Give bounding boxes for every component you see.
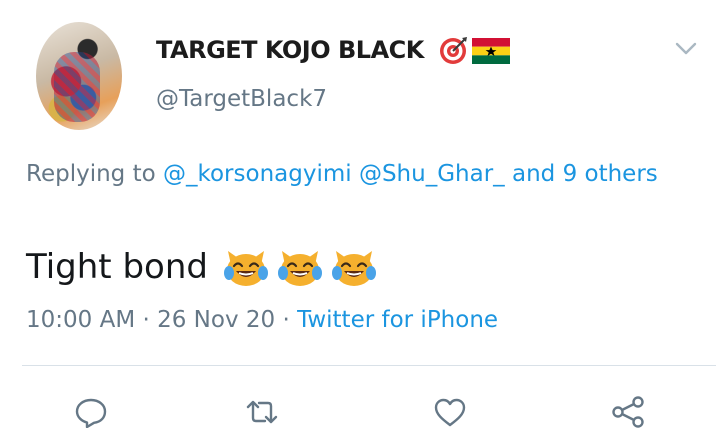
cat-tears-of-joy-emoji-icon xyxy=(223,251,268,286)
replying-prefix: Replying to xyxy=(26,161,156,187)
cat-tears-of-joy-emoji-icon xyxy=(331,251,376,286)
reply-icon[interactable] xyxy=(74,396,108,428)
retweet-icon[interactable] xyxy=(245,396,279,428)
replying-to-line: Replying to @_korsonagyimi @Shu_Ghar_ an… xyxy=(26,154,686,194)
avatar[interactable] xyxy=(36,22,122,130)
share-icon[interactable] xyxy=(611,396,645,428)
tweet-time: 10:00 AM xyxy=(26,307,136,333)
meta-separator: · xyxy=(135,307,158,333)
meta-separator: · xyxy=(275,307,298,333)
tweet-date: 26 Nov 20 xyxy=(157,307,276,333)
tweet-meta: 10:00 AM · 26 Nov 20 · Twitter for iPhon… xyxy=(26,307,498,333)
display-name[interactable]: TARGET KOJO BLACK xyxy=(156,36,424,64)
tweet-body: Tight bond xyxy=(26,243,378,291)
mention-link[interactable]: @_korsonagyimi xyxy=(163,161,352,187)
target-emoji-icon xyxy=(440,37,467,64)
like-icon[interactable] xyxy=(433,396,467,428)
tweet-text: Tight bond xyxy=(26,247,208,287)
user-handle[interactable]: @TargetBlack7 xyxy=(156,86,327,112)
others-link[interactable]: and 9 others xyxy=(512,161,658,187)
ghana-flag-icon xyxy=(472,38,510,64)
cat-tears-of-joy-emoji-icon xyxy=(277,251,322,286)
chevron-down-icon[interactable] xyxy=(674,38,698,58)
mention-link[interactable]: @Shu_Ghar_ xyxy=(359,161,505,187)
divider xyxy=(22,365,716,366)
tweet-source-link[interactable]: Twitter for iPhone xyxy=(297,307,498,333)
